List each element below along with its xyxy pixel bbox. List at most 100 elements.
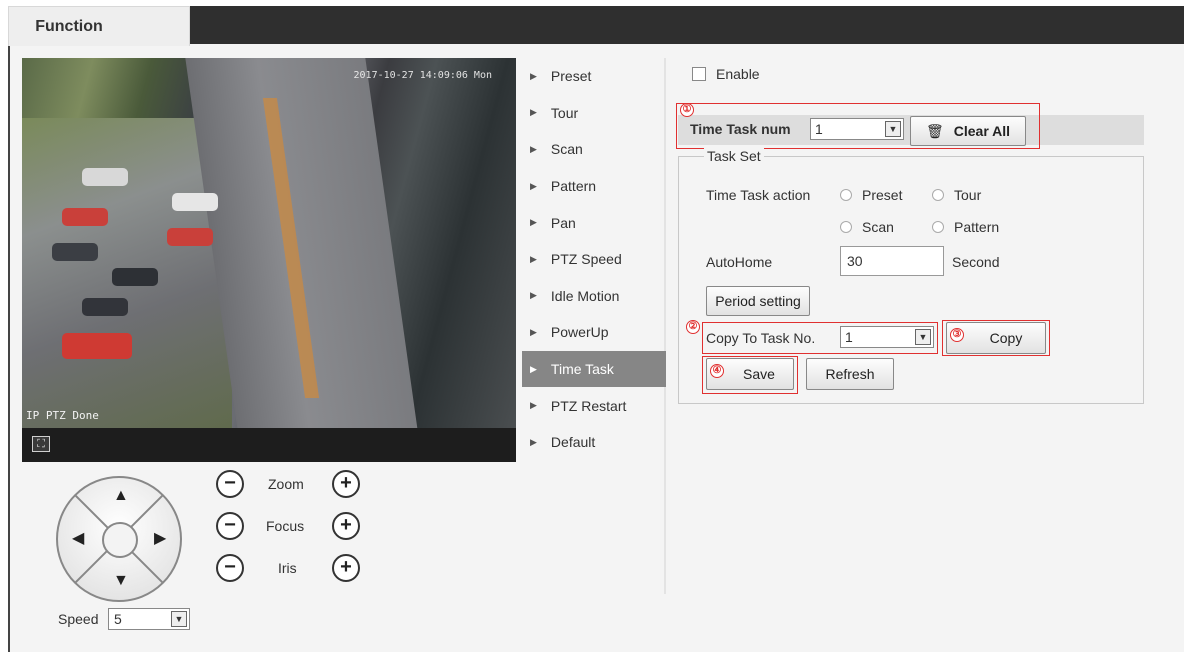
- menu-item-label: Tour: [550, 104, 579, 121]
- speed-label: Speed: [58, 611, 99, 627]
- triangle-right-icon: ▶: [530, 400, 537, 411]
- triangle-right-icon: ▶: [530, 107, 537, 118]
- action-pattern-radio[interactable]: Pattern: [932, 219, 999, 235]
- autohome-label: AutoHome: [706, 254, 773, 270]
- menu-item-pattern[interactable]: ▶ Pattern: [522, 168, 666, 205]
- enable-label: Enable: [716, 66, 760, 82]
- fullscreen-icon[interactable]: ⛶: [32, 436, 50, 452]
- live-video: 2017-10-27 14:09:06 Mon IP PTZ Done: [22, 58, 516, 428]
- triangle-right-icon: ▶: [530, 326, 537, 337]
- iris-open-button[interactable]: +: [332, 554, 360, 582]
- action-tour-label: Tour: [954, 187, 982, 203]
- menu-item-powerup[interactable]: ▶ PowerUp: [522, 314, 666, 351]
- menu-item-label: Time Task: [550, 361, 614, 378]
- zoom-label: Zoom: [268, 476, 304, 492]
- menu-item-label: Idle Motion: [550, 287, 620, 304]
- menu-item-label: Preset: [550, 68, 592, 85]
- video-timestamp: 2017-10-27 14:09:06 Mon: [353, 70, 492, 81]
- menu-item-label: Pattern: [550, 178, 597, 195]
- menu-item-default[interactable]: ▶ Default: [522, 424, 666, 461]
- menu-item-label: PTZ Restart: [550, 397, 627, 414]
- pad-center-button[interactable]: [102, 522, 138, 558]
- copy-to-task-select[interactable]: 1 ▼: [840, 326, 934, 348]
- triangle-right-icon: ▶: [530, 253, 537, 264]
- chevron-down-icon[interactable]: ▼: [915, 329, 931, 345]
- parked-car: [52, 243, 98, 261]
- menu-item-ptz-speed[interactable]: ▶ PTZ Speed: [522, 241, 666, 278]
- triangle-right-icon: ▶: [530, 217, 537, 228]
- action-preset-radio[interactable]: Preset: [840, 187, 902, 203]
- video-status-text: IP PTZ Done: [26, 409, 99, 422]
- copy-to-task-value: 1: [845, 329, 853, 345]
- zoom-out-button[interactable]: −: [216, 470, 244, 498]
- action-scan-radio[interactable]: Scan: [840, 219, 894, 235]
- radio-icon[interactable]: [932, 189, 944, 201]
- arrow-down-icon[interactable]: ▼: [113, 573, 129, 589]
- autohome-input[interactable]: 30: [840, 246, 944, 276]
- menu-item-label: PowerUp: [550, 324, 609, 341]
- menu-item-idle-motion[interactable]: ▶ Idle Motion: [522, 278, 666, 315]
- menu-item-ptz-restart[interactable]: ▶ PTZ Restart: [522, 387, 666, 424]
- ptz-direction-pad[interactable]: ▲ ▼ ◀ ▶: [56, 476, 182, 602]
- triangle-right-icon: ▶: [530, 70, 537, 81]
- marker-3: ③: [950, 328, 964, 342]
- parked-car: [82, 168, 128, 186]
- iris-close-button[interactable]: −: [216, 554, 244, 582]
- radio-icon[interactable]: [840, 221, 852, 233]
- menu-item-pan[interactable]: ▶ Pan: [522, 204, 666, 241]
- chevron-down-icon[interactable]: ▼: [885, 121, 901, 137]
- menu-item-preset[interactable]: ▶ Preset: [522, 58, 666, 95]
- triangle-right-icon: ▶: [530, 143, 537, 154]
- parked-car: [167, 228, 213, 246]
- video-toolbar: ⛶: [22, 428, 516, 462]
- menu-item-label: PTZ Speed: [550, 251, 622, 268]
- parked-car: [82, 298, 128, 316]
- speed-select[interactable]: 5 ▼: [108, 608, 190, 630]
- chevron-down-icon[interactable]: ▼: [171, 611, 187, 627]
- trash-icon: 🗑: [925, 122, 944, 139]
- action-pattern-label: Pattern: [954, 219, 1000, 235]
- save-label: Save: [743, 366, 775, 382]
- period-setting-button[interactable]: Period setting: [706, 286, 810, 316]
- speed-value: 5: [114, 611, 122, 627]
- iris-label: Iris: [278, 560, 297, 576]
- zoom-in-button[interactable]: +: [332, 470, 360, 498]
- menu-item-tour[interactable]: ▶ Tour: [522, 95, 666, 132]
- task-set-legend: Task Set: [704, 148, 764, 164]
- tab-function[interactable]: Function: [8, 6, 190, 46]
- autohome-unit-label: Second: [952, 254, 1000, 270]
- action-tour-radio[interactable]: Tour: [932, 187, 981, 203]
- triangle-right-icon: ▶: [530, 363, 537, 374]
- arrow-up-icon[interactable]: ▲: [113, 488, 129, 504]
- radio-icon[interactable]: [840, 189, 852, 201]
- menu-item-label: Scan: [550, 141, 583, 158]
- menu-item-time-task[interactable]: ▶ Time Task: [522, 350, 666, 388]
- refresh-button[interactable]: Refresh: [806, 358, 894, 390]
- marker-1: ①: [680, 103, 694, 117]
- parked-car: [62, 208, 108, 226]
- arrow-right-icon[interactable]: ▶: [154, 531, 166, 547]
- radio-icon[interactable]: [932, 221, 944, 233]
- clear-all-button[interactable]: 🗑 Clear All: [910, 116, 1026, 146]
- parked-car: [62, 333, 132, 359]
- copy-to-task-label: Copy To Task No.: [706, 330, 816, 346]
- triangle-right-icon: ▶: [530, 180, 537, 191]
- clear-all-label: Clear All: [953, 123, 1011, 139]
- copy-label: Copy: [989, 330, 1023, 346]
- focus-near-button[interactable]: −: [216, 512, 244, 540]
- enable-row[interactable]: Enable: [692, 66, 760, 82]
- time-task-action-label: Time Task action: [706, 187, 811, 203]
- enable-checkbox[interactable]: [692, 67, 706, 81]
- marker-4: ④: [710, 364, 724, 378]
- menu-item-label: Default: [550, 434, 596, 451]
- focus-far-button[interactable]: +: [332, 512, 360, 540]
- action-preset-label: Preset: [862, 187, 903, 203]
- time-task-num-select[interactable]: 1 ▼: [810, 118, 904, 140]
- menu-item-scan[interactable]: ▶ Scan: [522, 131, 666, 168]
- marker-2: ②: [686, 320, 700, 334]
- time-task-num-value: 1: [815, 121, 823, 137]
- arrow-left-icon[interactable]: ◀: [72, 531, 84, 547]
- menu-item-label: Pan: [550, 214, 576, 231]
- time-task-num-label: Time Task num: [690, 121, 791, 137]
- action-scan-label: Scan: [862, 219, 894, 235]
